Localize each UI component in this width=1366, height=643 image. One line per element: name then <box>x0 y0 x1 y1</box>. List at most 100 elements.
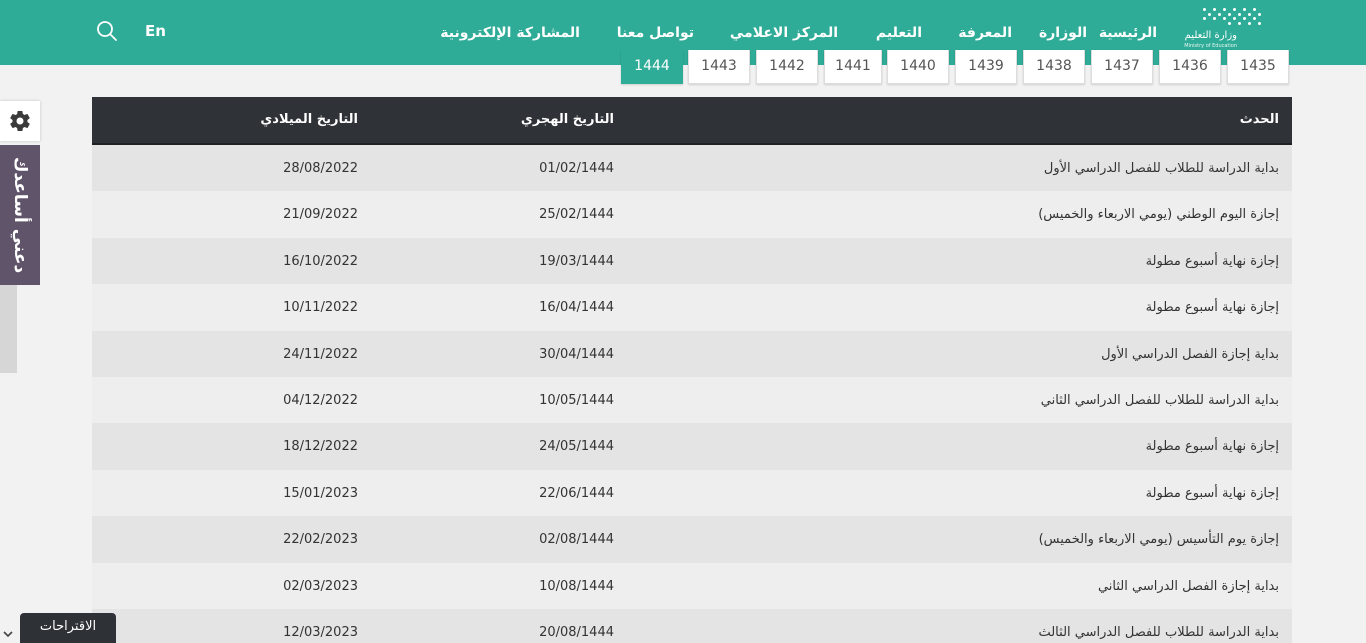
tab-year-1443[interactable]: 1443 <box>688 50 750 84</box>
gregorian-date-cell: 02/03/2023 <box>283 578 358 594</box>
nav-item-label: المشاركة الإلكترونية <box>440 24 580 41</box>
column-header-gregorian-date: التاريخ الميلادي <box>260 112 358 127</box>
academic-calendar-table: الحدث التاريخ الهجري التاريخ الميلادي بد… <box>92 97 1292 643</box>
logo-dot <box>1213 8 1216 11</box>
nav-item-label: المركز الاعلامي <box>729 24 838 41</box>
tab-year-1442[interactable]: 1442 <box>756 50 818 84</box>
logo-dot <box>1228 21 1231 25</box>
tab-year-1437[interactable]: 1437 <box>1091 50 1153 84</box>
gregorian-date-cell: 10/11/2022 <box>283 300 358 316</box>
gregorian-date-cell: 15/01/2023 <box>283 485 358 501</box>
hijri-date-cell: 01/02/1444 <box>539 161 614 176</box>
nav-item-label: الوزارة <box>1038 24 1087 41</box>
event-cell: إجازة يوم التأسيس (يومي الاربعاء والخميس… <box>1038 532 1279 548</box>
table-row: بداية الدراسة للطلاب للفصل الدراسي الأول… <box>92 145 1292 192</box>
tab-year-1439[interactable]: 1439 <box>955 50 1017 84</box>
nav-item-label: تواصل معنا <box>616 24 694 41</box>
logo-dots-icon <box>1203 8 1263 26</box>
hijri-date-cell: 10/05/1444 <box>539 392 614 408</box>
table-row: إجازة يوم التأسيس (يومي الاربعاء والخميس… <box>92 516 1292 563</box>
hijri-date-cell: 19/03/1444 <box>539 253 614 269</box>
help-me-tab[interactable]: دعني أساعدك <box>0 145 40 285</box>
logo-dot <box>1248 12 1251 16</box>
table-row: إجازة نهاية أسبوع مطولة 19/03/1444 16/10/2… <box>92 237 1292 285</box>
logo-dot <box>1213 17 1216 20</box>
gregorian-date-cell: 04/12/2022 <box>283 392 358 408</box>
logo-dot <box>1223 17 1226 20</box>
tab-year-1441[interactable]: 1441 <box>824 50 882 84</box>
settings-button[interactable] <box>0 101 40 141</box>
event-cell: إجازة نهاية أسبوع مطولة <box>1145 300 1279 316</box>
event-cell: بداية إجازة الفصل الدراسي الثاني <box>1097 578 1279 594</box>
logo-dot <box>1253 17 1256 20</box>
tab-year-1440[interactable]: 1440 <box>887 50 949 84</box>
table-row: إجازة نهاية أسبوع مطولة 22/06/1444 15/01/2… <box>92 469 1292 517</box>
logo-dot <box>1203 8 1206 11</box>
hijri-date-cell: 16/04/1444 <box>539 300 614 316</box>
gregorian-date-cell: 12/03/2023 <box>283 624 358 640</box>
event-cell: إجازة اليوم الوطني (يومي الاربعاء والخمي… <box>1038 207 1279 223</box>
logo-english-text: Ministry of Education <box>1184 43 1237 49</box>
logo-arabic-text: وزارة التعليم <box>1184 30 1237 41</box>
gregorian-date-cell: 22/02/2023 <box>283 532 358 548</box>
logo-dot <box>1208 12 1211 16</box>
table-row: إجازة اليوم الوطني (يومي الاربعاء والخمي… <box>92 191 1292 238</box>
table-row: بداية إجازة الفصل الدراسي الثاني 10/08/14… <box>92 562 1292 609</box>
logo-dot <box>1258 21 1261 25</box>
column-header-hijri-date: التاريخ الهجري <box>520 112 614 127</box>
gregorian-date-cell: 21/09/2022 <box>283 207 358 223</box>
tab-year-1444[interactable]: 1444 <box>621 50 683 84</box>
hijri-date-cell: 30/04/1444 <box>539 346 614 362</box>
nav-item-label: الرئيسية <box>1098 24 1157 41</box>
gregorian-date-cell: 24/11/2022 <box>283 346 358 362</box>
tab-year-1436[interactable]: 1436 <box>1159 50 1221 84</box>
logo-dot <box>1218 12 1221 16</box>
table-row: إجازة نهاية أسبوع مطولة 24/05/1444 18/12/2… <box>92 423 1292 470</box>
side-strip <box>0 285 17 373</box>
logo-dot <box>1238 21 1241 25</box>
hijri-date-cell: 22/06/1444 <box>539 485 614 501</box>
suggestions-button[interactable]: الاقتراحات <box>20 613 116 643</box>
logo-dot <box>1253 8 1256 11</box>
event-cell: إجازة نهاية أسبوع مطولة <box>1145 485 1279 501</box>
event-cell: إجازة نهاية أسبوع مطولة <box>1145 253 1279 269</box>
logo-dot <box>1233 17 1236 20</box>
ministry-logo[interactable]: وزارة التعليم Ministry of Education <box>1172 6 1267 52</box>
tab-year-1438[interactable]: 1438 <box>1023 50 1085 84</box>
logo-dot <box>1223 8 1226 11</box>
logo-dot <box>1248 21 1251 25</box>
logo-dot <box>1228 12 1231 16</box>
logo-dot <box>1238 12 1241 16</box>
hijri-date-cell: 02/08/1444 <box>539 532 614 548</box>
event-cell: بداية الدراسة للطلاب للفصل الدراسي الثال… <box>1038 624 1279 640</box>
table-row: بداية الدراسة للطلاب للفصل الدراسي الثال… <box>92 608 1292 643</box>
search-icon[interactable] <box>96 20 118 42</box>
gregorian-date-cell: 16/10/2022 <box>283 253 358 269</box>
logo-dot <box>1258 12 1261 16</box>
table-row: بداية الدراسة للطلاب للفصل الدراسي الثان… <box>92 376 1292 424</box>
nav-item-e-participation[interactable]: المشاركة الإلكترونية <box>440 0 580 65</box>
help-me-label: دعني أساعدك <box>10 156 30 274</box>
logo-dot <box>1203 17 1206 20</box>
table-header: الحدث التاريخ الهجري التاريخ الميلادي <box>92 97 1292 145</box>
gear-icon <box>10 111 30 132</box>
chevron-down-icon[interactable] <box>2 628 14 640</box>
hijri-date-cell: 24/05/1444 <box>539 439 614 455</box>
event-cell: بداية الدراسة للطلاب للفصل الدراسي الأول <box>1043 161 1279 176</box>
hijri-date-cell: 20/08/1444 <box>539 624 614 640</box>
event-cell: بداية إجازة الفصل الدراسي الأول <box>1101 346 1279 362</box>
gregorian-date-cell: 18/12/2022 <box>283 439 358 455</box>
table-row: إجازة نهاية أسبوع مطولة 16/04/1444 10/11/2… <box>92 284 1292 331</box>
event-cell: بداية الدراسة للطلاب للفصل الدراسي الثان… <box>1040 392 1279 408</box>
table-row: بداية إجازة الفصل الدراسي الأول 30/04/144… <box>92 330 1292 377</box>
nav-item-label: المعرفة <box>958 24 1012 41</box>
hijri-date-cell: 10/08/1444 <box>539 578 614 594</box>
tab-year-1435[interactable]: 1435 <box>1227 50 1289 84</box>
hijri-date-cell: 25/02/1444 <box>539 207 614 223</box>
language-switch[interactable]: En <box>145 22 166 40</box>
nav-item-label: التعليم <box>875 24 922 41</box>
gregorian-date-cell: 28/08/2022 <box>283 161 358 176</box>
event-cell: إجازة نهاية أسبوع مطولة <box>1145 439 1279 455</box>
table-body: بداية الدراسة للطلاب للفصل الدراسي الأول… <box>92 145 1292 643</box>
logo-dot <box>1243 8 1246 11</box>
